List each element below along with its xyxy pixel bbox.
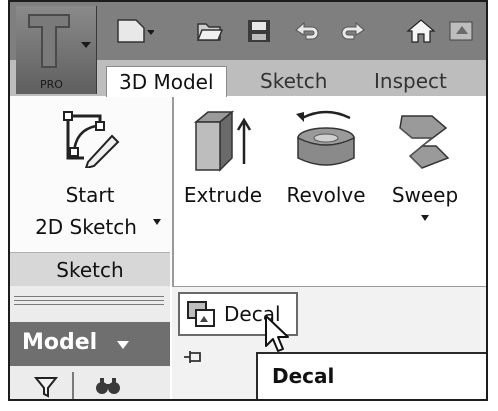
find-icon[interactable] (94, 374, 122, 398)
chevron-down-icon (153, 219, 161, 225)
application-menu-button[interactable]: PRO (16, 6, 97, 94)
toolbar-separator (72, 372, 74, 399)
app-window: PRO 3D Model Sketch Inspect Start 2D Ske… (8, 0, 488, 401)
sketch-panel-label: Sketch (10, 252, 170, 287)
chevron-down-icon (421, 215, 429, 221)
start-sketch-label-line1: Start (65, 183, 115, 207)
panel-grip[interactable] (14, 296, 164, 301)
tooltip-title: Decal (272, 364, 335, 388)
revolve-button[interactable]: Revolve (278, 102, 374, 222)
inventor-logo-icon (28, 14, 70, 68)
edition-label: PRO (40, 78, 63, 91)
tab-inspect[interactable]: Inspect (374, 66, 447, 96)
new-document-icon[interactable] (114, 18, 154, 44)
panel-divider (14, 304, 164, 308)
decal-icon (187, 301, 215, 327)
decal-tooltip: Decal (256, 352, 486, 399)
chevron-down-icon (81, 42, 91, 48)
mouse-cursor-icon (265, 315, 289, 352)
sweep-button[interactable]: Sweep (380, 102, 470, 232)
extrude-button[interactable]: Extrude (178, 102, 268, 222)
home-icon[interactable] (406, 18, 436, 44)
filter-icon[interactable] (34, 374, 58, 398)
revolve-icon (296, 110, 355, 166)
undo-icon[interactable] (292, 18, 322, 44)
model-browser-title: Model (22, 330, 98, 355)
save-icon[interactable] (246, 18, 272, 44)
update-icon[interactable] (448, 18, 482, 44)
redo-icon[interactable] (338, 18, 368, 44)
extrude-icon (193, 110, 252, 172)
revolve-label: Revolve (286, 183, 366, 207)
folder-open-icon[interactable] (196, 18, 224, 44)
sweep-icon (399, 115, 450, 169)
start-sketch-label-line2: 2D Sketch (35, 215, 137, 239)
chevron-down-icon (117, 341, 129, 349)
start-2d-sketch-icon (63, 111, 120, 168)
tab-3d-model[interactable]: 3D Model (106, 66, 227, 97)
extrude-label: Extrude (183, 183, 263, 207)
sweep-label: Sweep (391, 183, 459, 207)
pin-icon[interactable] (182, 346, 204, 368)
start-2d-sketch-button[interactable]: Start 2D Sketch (12, 102, 168, 250)
tab-sketch[interactable]: Sketch (260, 66, 327, 96)
